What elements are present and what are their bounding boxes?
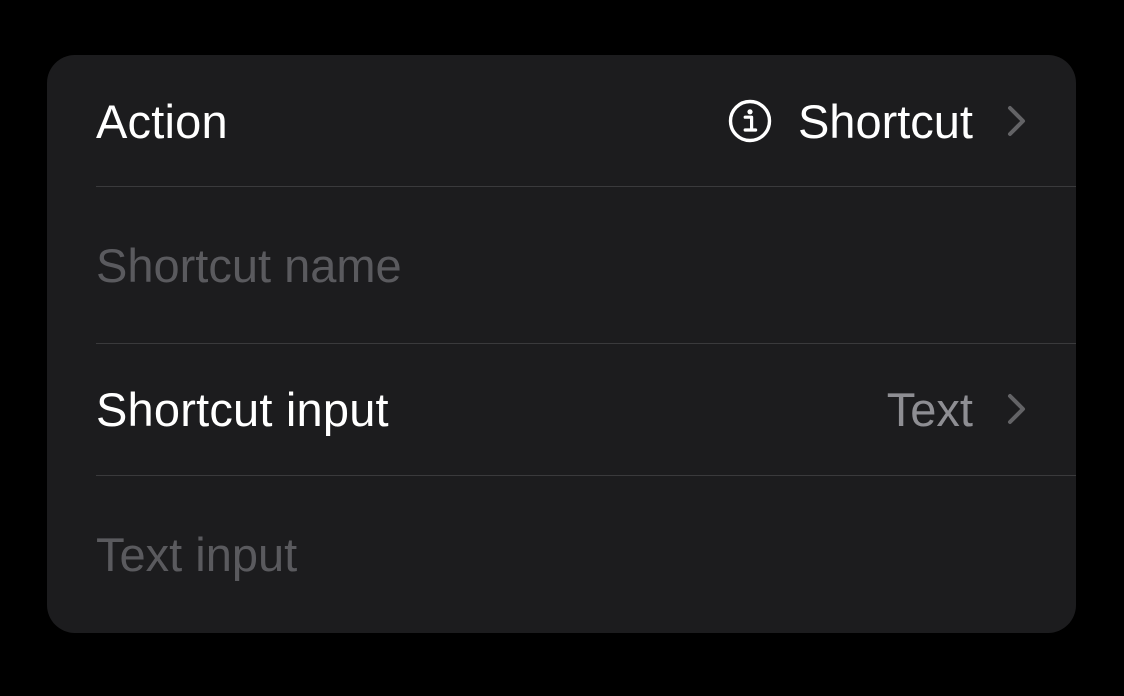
text-input-field[interactable]	[96, 526, 1029, 582]
settings-card: Action Shortcut Shortcut input Text	[47, 55, 1076, 633]
shortcut-name-row[interactable]	[47, 187, 1076, 343]
chevron-right-icon	[1005, 392, 1029, 426]
text-input-row[interactable]	[47, 475, 1076, 633]
action-label: Action	[96, 94, 228, 148]
chevron-right-icon	[1005, 104, 1029, 138]
shortcut-input-row[interactable]: Shortcut input Text	[47, 343, 1076, 475]
info-circle-icon[interactable]	[728, 99, 772, 143]
shortcut-input-label: Shortcut input	[96, 382, 389, 436]
action-value: Shortcut	[797, 94, 973, 148]
shortcut-name-input[interactable]	[96, 237, 1029, 293]
shortcut-input-value: Text	[886, 382, 973, 436]
action-row[interactable]: Action Shortcut	[47, 55, 1076, 187]
